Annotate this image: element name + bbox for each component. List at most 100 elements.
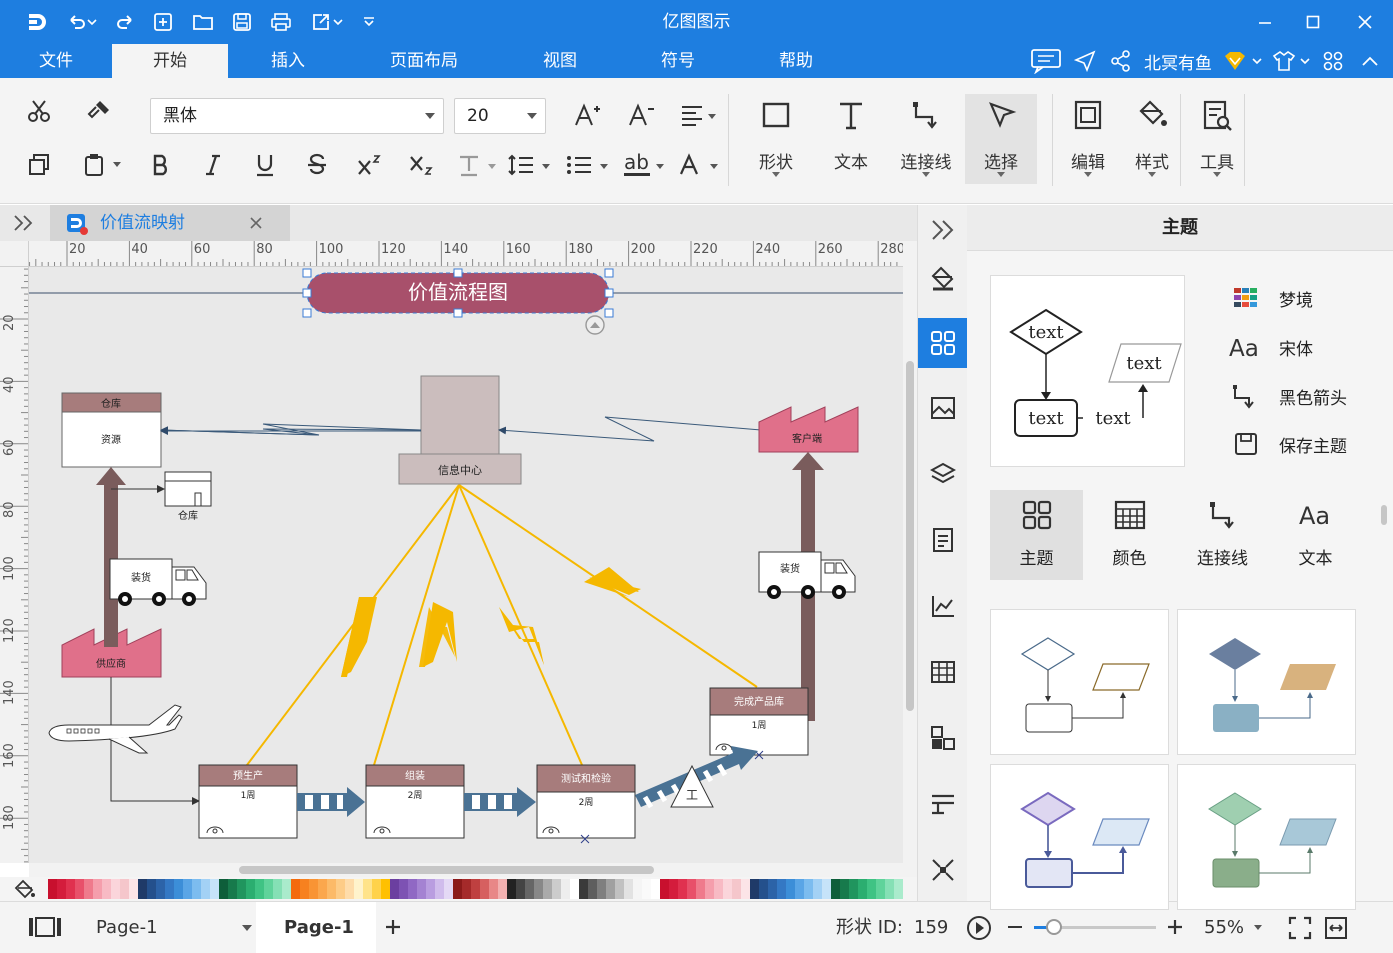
color-swatch[interactable]	[426, 879, 435, 899]
panel-scrollbar[interactable]	[1381, 495, 1389, 895]
horizontal-scroll-thumb[interactable]	[239, 866, 654, 874]
tools-button[interactable]: 工具	[1181, 94, 1253, 184]
app-logo-icon[interactable]	[22, 0, 52, 44]
color-swatch[interactable]	[534, 879, 543, 899]
color-swatch[interactable]	[660, 879, 669, 899]
color-swatch[interactable]	[120, 879, 129, 899]
truck-left[interactable]: 装货	[109, 558, 207, 606]
zoom-dropdown-icon[interactable]	[1254, 925, 1262, 930]
close-button[interactable]	[1340, 0, 1390, 44]
finished-goods-box[interactable]: 完成产品库 1周	[709, 687, 809, 760]
fill-bucket-icon[interactable]	[14, 879, 36, 903]
color-swatch[interactable]	[705, 879, 714, 899]
format-panel-icon[interactable]	[918, 779, 968, 829]
paste-icon[interactable]	[78, 148, 112, 182]
horizontal-scrollbar[interactable]	[29, 863, 917, 877]
color-swatch[interactable]	[714, 879, 723, 899]
customize-quick-access-icon[interactable]	[354, 0, 384, 44]
color-swatch[interactable]	[471, 879, 480, 899]
color-swatch[interactable]	[444, 879, 453, 899]
color-swatch[interactable]	[183, 879, 192, 899]
color-swatch[interactable]	[390, 879, 399, 899]
color-swatch[interactable]	[129, 879, 138, 899]
color-swatch[interactable]	[192, 879, 201, 899]
color-swatch[interactable]	[147, 879, 156, 899]
maximize-button[interactable]	[1288, 0, 1338, 44]
color-swatch[interactable]	[156, 879, 165, 899]
color-swatch[interactable]	[435, 879, 444, 899]
palette-swatches[interactable]	[48, 879, 903, 899]
color-swatch[interactable]	[165, 879, 174, 899]
color-swatch[interactable]	[642, 879, 651, 899]
font-color-icon[interactable]: ab	[620, 148, 654, 182]
color-swatch[interactable]	[669, 879, 678, 899]
layers-panel-icon[interactable]	[918, 449, 968, 499]
menu-page-layout[interactable]: 页面布局	[374, 44, 474, 78]
color-swatch[interactable]	[327, 879, 336, 899]
color-swatch[interactable]	[462, 879, 471, 899]
text-style-icon[interactable]	[452, 148, 486, 182]
color-swatch[interactable]	[768, 879, 777, 899]
style-button[interactable]: 样式	[1116, 94, 1188, 184]
menu-insert[interactable]: 插入	[252, 44, 324, 78]
font-size-select[interactable]: 20	[454, 98, 546, 134]
color-swatch[interactable]	[777, 879, 786, 899]
title-shape[interactable]: 价值流程图	[302, 268, 614, 335]
color-swatch[interactable]	[372, 879, 381, 899]
color-swatch[interactable]	[597, 879, 606, 899]
expand-library-icon[interactable]	[12, 214, 34, 236]
color-swatch[interactable]	[408, 879, 417, 899]
save-theme-button[interactable]: 保存主题	[1229, 429, 1347, 459]
mindmap-panel-icon[interactable]	[918, 845, 968, 895]
color-swatch[interactable]	[867, 879, 876, 899]
color-swatch[interactable]	[516, 879, 525, 899]
color-swatch[interactable]	[354, 879, 363, 899]
bold-icon[interactable]	[144, 148, 178, 182]
color-swatch[interactable]	[588, 879, 597, 899]
send-icon[interactable]	[1074, 44, 1096, 78]
document-tab[interactable]: 价值流映射	[50, 205, 290, 241]
menu-file[interactable]: 文件	[20, 44, 92, 78]
color-swatch[interactable]	[336, 879, 345, 899]
color-swatch[interactable]	[579, 879, 588, 899]
comment-icon[interactable]	[1030, 44, 1062, 78]
color-swatch[interactable]	[786, 879, 795, 899]
color-swatch[interactable]	[633, 879, 642, 899]
new-file-icon[interactable]	[148, 0, 178, 44]
color-swatch[interactable]	[498, 879, 507, 899]
font-family-select[interactable]: 黑体	[150, 98, 444, 134]
zoom-in-icon[interactable]	[1166, 918, 1184, 940]
user-name[interactable]: 北冥有鱼	[1144, 44, 1212, 78]
shape-tool-button[interactable]: 形状	[740, 94, 812, 184]
color-swatch[interactable]	[795, 879, 804, 899]
process-box-preproduction[interactable]: 预生产 1周	[198, 764, 298, 839]
page-view-icon[interactable]	[28, 916, 62, 942]
menu-home[interactable]: 开始	[112, 44, 228, 78]
color-swatch[interactable]	[264, 879, 273, 899]
color-swatch[interactable]	[246, 879, 255, 899]
image-panel-icon[interactable]	[918, 383, 968, 433]
edit-button[interactable]: 编辑	[1052, 94, 1124, 184]
color-swatch[interactable]	[651, 879, 660, 899]
panel-tab-color[interactable]: 颜色	[1083, 490, 1176, 580]
color-swatch[interactable]	[849, 879, 858, 899]
color-swatch[interactable]	[696, 879, 705, 899]
color-swatch[interactable]	[381, 879, 390, 899]
minimize-button[interactable]	[1240, 0, 1290, 44]
menu-symbol[interactable]: 符号	[642, 44, 714, 78]
color-swatch[interactable]	[840, 879, 849, 899]
text-tool-button[interactable]: 文本	[815, 94, 887, 184]
increase-font-icon[interactable]	[570, 98, 604, 132]
page-selector[interactable]: Page-1	[96, 902, 158, 953]
align-icon[interactable]	[676, 98, 710, 132]
color-swatch[interactable]	[282, 879, 291, 899]
theme-option-arrow[interactable]: 黑色箭头	[1229, 381, 1347, 411]
text-color-dropdown-icon[interactable]	[710, 164, 718, 169]
color-swatch[interactable]	[894, 879, 903, 899]
collapse-panel-icon[interactable]	[918, 205, 968, 255]
theme-card-2[interactable]	[1177, 609, 1356, 755]
color-swatch[interactable]	[291, 879, 300, 899]
color-swatch[interactable]	[813, 879, 822, 899]
bullet-list-icon[interactable]	[562, 148, 596, 182]
font-color-dropdown-icon[interactable]	[656, 164, 664, 169]
